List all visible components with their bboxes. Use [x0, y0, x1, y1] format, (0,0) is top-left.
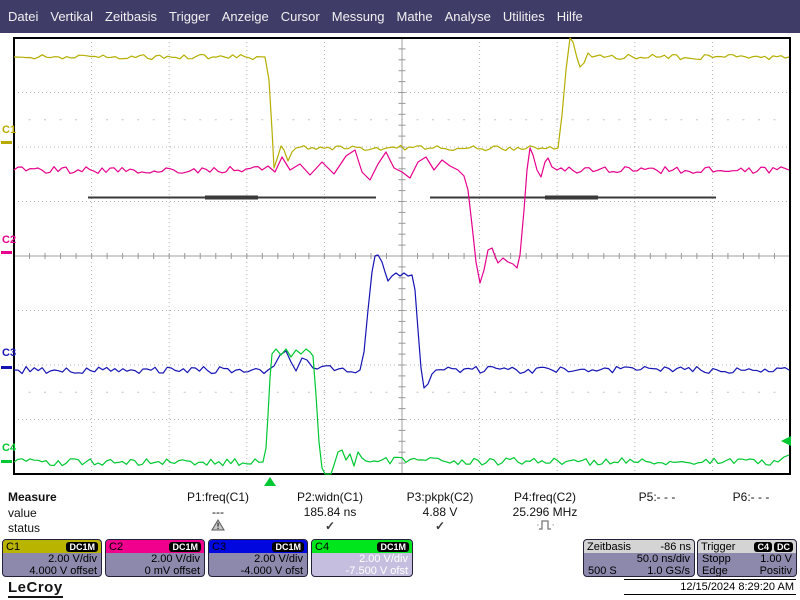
measure-header-p4[interactable]: P4:freq(C2)	[485, 490, 605, 504]
measure-title: Measure	[8, 490, 57, 504]
timebase-scale: 50.0 ns/div	[636, 553, 690, 565]
oscilloscope-screen: Datei Vertikal Zeitbasis Trigger Anzeige…	[0, 0, 800, 600]
measure-status-p4	[485, 519, 605, 533]
channel-descriptor-c2[interactable]: C2 DC1M 2.00 V/div 0 mV offset	[105, 539, 205, 577]
channel-label-c2: C2	[2, 234, 17, 246]
c4-scale: 2.00 V/div	[359, 553, 408, 565]
measure-value-p2: 185.84 ns	[303, 505, 357, 519]
channel-zero-markers	[1, 141, 12, 463]
trigger-level: 1.00 V	[760, 553, 792, 565]
c1-name: C1	[6, 540, 21, 553]
trigger-title: Trigger	[701, 540, 736, 553]
trigger-time-marker-icon[interactable]	[264, 477, 276, 486]
c3-name: C3	[212, 540, 227, 553]
lecroy-logo: LeCroy	[8, 579, 63, 598]
timebase-rate: 1.0 GS/s	[647, 565, 690, 577]
trigger-level-marker-icon[interactable]	[781, 436, 791, 446]
graticule	[13, 37, 791, 475]
c2-coupling-badge: DC1M	[169, 541, 201, 552]
c4-name: C4	[315, 540, 330, 553]
c2-name: C2	[109, 540, 124, 553]
timebase-delay: -86 ns	[660, 540, 691, 553]
measure-value-p4: 25.296 MHz	[512, 505, 578, 519]
channel-label-c1: C1	[2, 124, 17, 136]
trigger-type: Edge	[702, 565, 728, 577]
measure-status-row-label: status	[8, 521, 41, 535]
measure-header-p2[interactable]: P2:widn(C1)	[270, 490, 390, 504]
c3-scale: 2.00 V/div	[254, 553, 303, 565]
check-icon: ✓	[324, 519, 336, 533]
measure-status-p1	[158, 519, 278, 534]
timebase-descriptor[interactable]: Zeitbasis -86 ns 50.0 ns/div 500 S 1.0 GS…	[583, 539, 695, 577]
c2-scale: 2.00 V/div	[151, 553, 200, 565]
trigger-slope: Positiv	[759, 565, 792, 577]
c4-offset: -7.500 V ofst	[345, 565, 408, 577]
timebase-samples: 500 S	[588, 565, 617, 577]
channel-descriptor-c3[interactable]: C3 DC1M 2.00 V/div -4.000 V ofst	[208, 539, 308, 577]
measure-value-row-label: value	[8, 506, 37, 520]
c3-coupling-badge: DC1M	[272, 541, 304, 552]
timebase-title: Zeitbasis	[587, 540, 632, 553]
measure-header-p1[interactable]: P1:freq(C1)	[158, 490, 278, 504]
c4-coupling-badge: DC1M	[377, 541, 409, 552]
check-icon: ✓	[434, 519, 446, 533]
pulse-icon	[536, 520, 554, 530]
channel-label-c3: C3	[2, 347, 17, 359]
datetime-display: 12/15/2024 8:29:20 AM	[624, 579, 796, 595]
channel-label-c4: C4	[2, 442, 17, 454]
trigger-mode: Stopp	[702, 553, 731, 565]
channel-descriptor-c1[interactable]: C1 DC1M 2.00 V/div 4.000 V offset	[2, 539, 102, 577]
channel-descriptor-c4[interactable]: C4 DC1M 2.00 V/div -7.500 V ofst	[311, 539, 413, 577]
c1-coupling-badge: DC1M	[66, 541, 98, 552]
measure-header-p3[interactable]: P3:pkpk(C2)	[380, 490, 500, 504]
waveform-display	[1, 37, 791, 486]
c2-offset: 0 mV offset	[144, 565, 200, 577]
c1-offset: 4.000 V offset	[29, 565, 97, 577]
trigger-source-badge: C4	[754, 541, 772, 552]
c3-offset: -4.000 V ofst	[240, 565, 303, 577]
trigger-descriptor[interactable]: Trigger C4 DC Stopp 1.00 V Edge Positiv	[697, 539, 797, 577]
measure-value-p1: ---	[212, 505, 224, 519]
warning-icon	[211, 519, 225, 531]
trigger-coupling-badge: DC	[774, 541, 793, 552]
measure-status-p2: ✓	[270, 519, 390, 533]
measure-value-p3: 4.88 V	[422, 505, 458, 519]
measure-status-p3: ✓	[380, 519, 500, 533]
c1-scale: 2.00 V/div	[48, 553, 97, 565]
measure-header-p6[interactable]: P6:- - -	[691, 490, 800, 504]
